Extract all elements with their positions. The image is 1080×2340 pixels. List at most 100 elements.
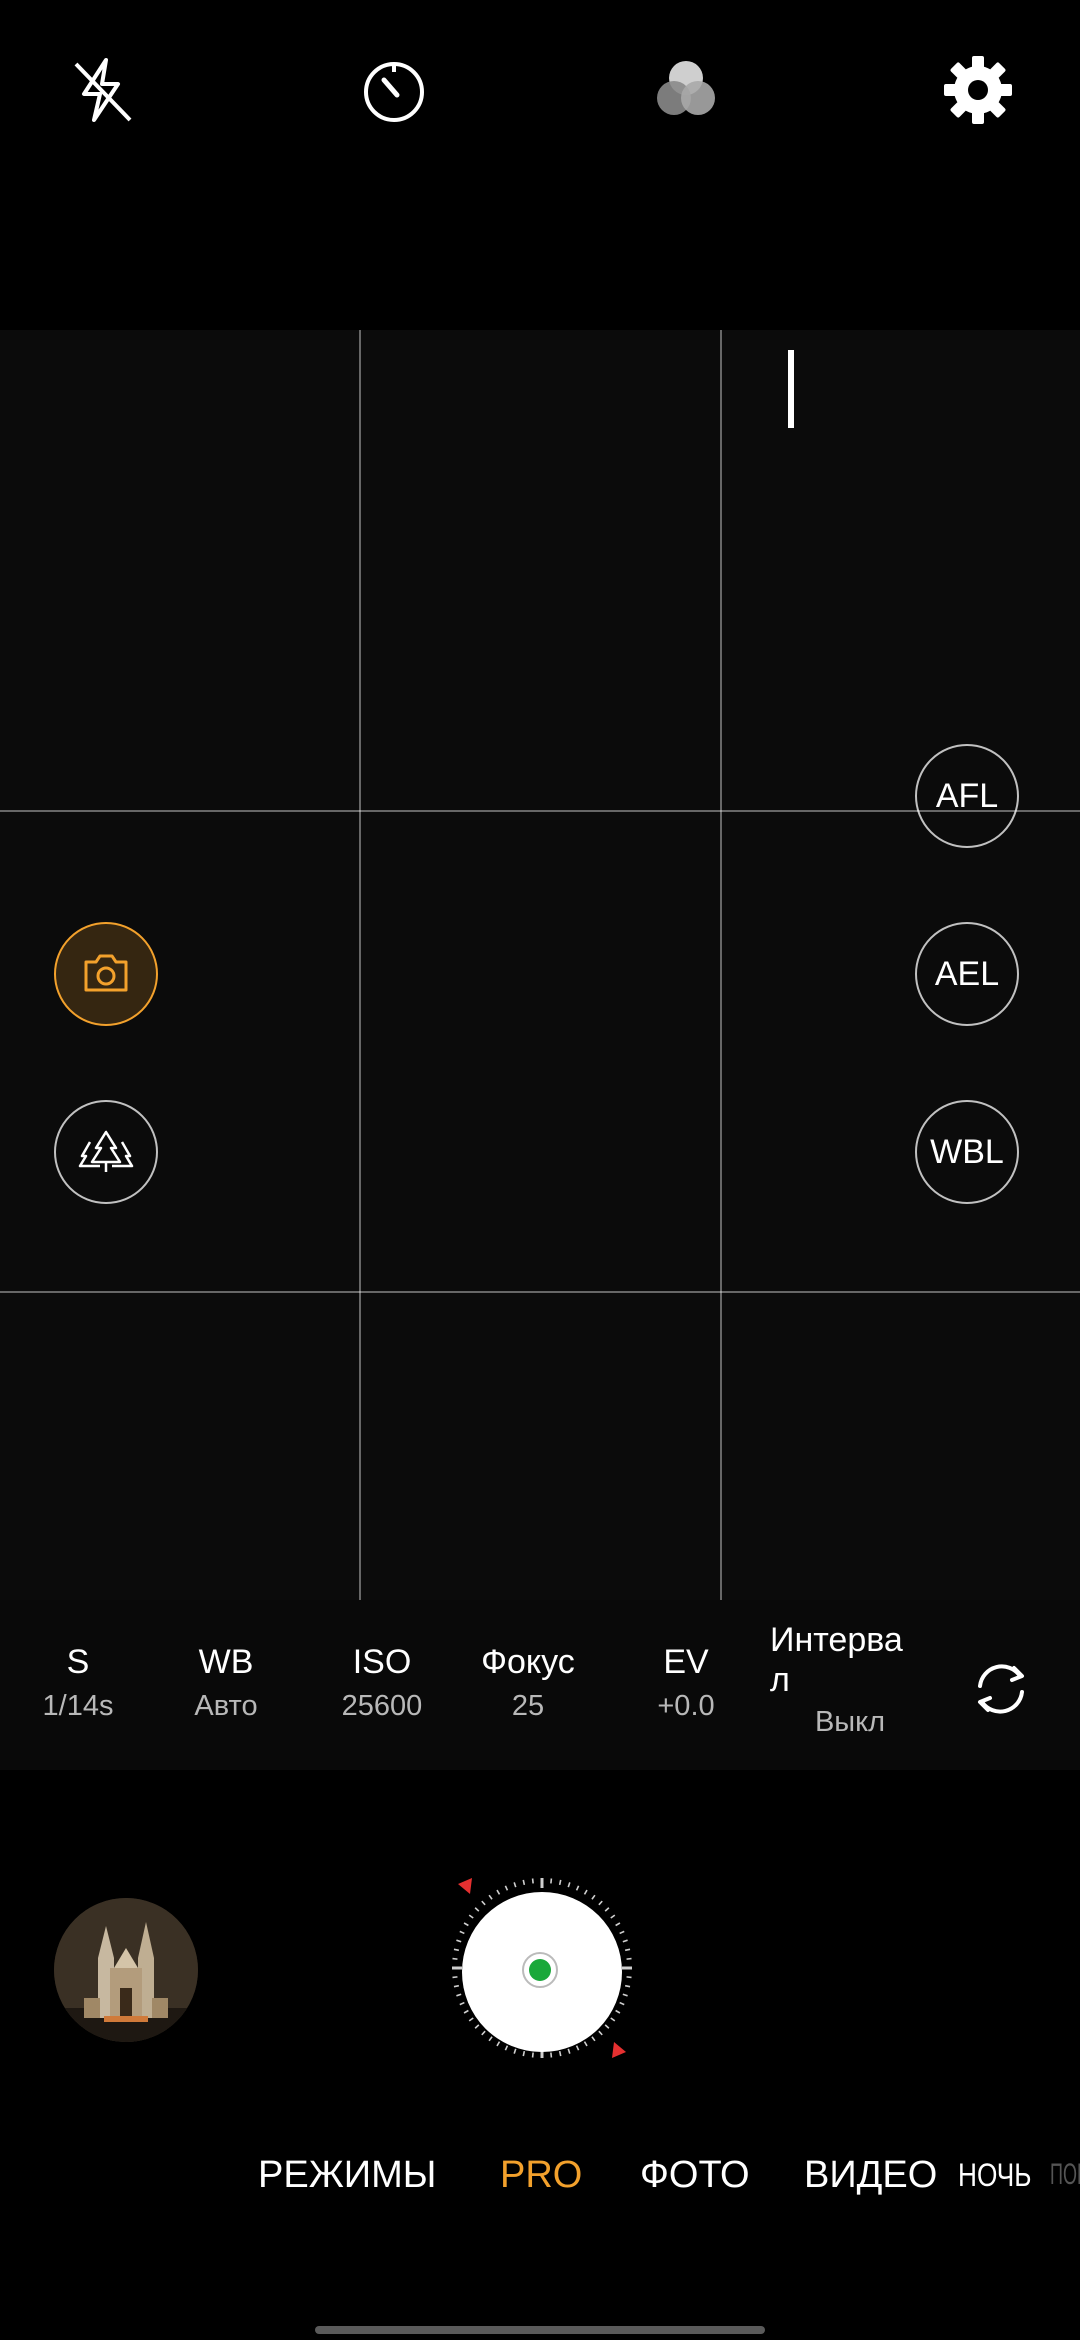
afl-button[interactable]: AFL — [915, 744, 1019, 848]
setting-label: WB — [198, 1643, 254, 1681]
mode-pro[interactable]: PRO — [500, 2150, 582, 2200]
iso-setting[interactable]: ISO 25600 — [326, 1642, 438, 1726]
dial-tick — [522, 1879, 526, 1886]
ael-button[interactable]: AEL — [915, 922, 1019, 1026]
dial-tick — [488, 2036, 493, 2042]
dial-tick — [452, 1976, 458, 1979]
setting-label: S — [66, 1643, 90, 1681]
dial-marker-icon — [612, 2042, 626, 2058]
interval-label-line2: л — [770, 1661, 790, 1699]
dial-tick — [567, 2048, 571, 2054]
dial-tick — [459, 1930, 465, 1935]
dial-tick — [504, 1885, 509, 1891]
dial-tick — [522, 2050, 526, 2057]
shutter-speed-setting[interactable]: S 1/14s — [28, 1642, 128, 1726]
dial-tick — [591, 1894, 596, 1900]
dial-tick — [456, 1939, 462, 1943]
dial-tick — [488, 1894, 493, 1900]
setting-value: 25 — [511, 1690, 545, 1722]
setting-value: 1/14s — [42, 1690, 114, 1722]
top-bar — [0, 0, 1080, 330]
dial-tick — [575, 2045, 580, 2051]
setting-value: Авто — [194, 1690, 258, 1722]
dial-tick — [598, 1900, 603, 1906]
interval-label-line1: Интерва — [770, 1621, 903, 1659]
photo-mode-button[interactable] — [54, 922, 158, 1026]
flash-off-icon[interactable] — [62, 50, 142, 130]
dial-tick — [550, 1878, 553, 1884]
dial-tick — [468, 2017, 474, 2022]
camera-icon — [84, 954, 128, 992]
dial-tick — [567, 1882, 571, 1888]
afl-label: AFL — [935, 776, 999, 815]
setting-value: +0.0 — [657, 1690, 715, 1722]
filters-icon[interactable] — [646, 50, 726, 130]
dial-marker-icon — [458, 1878, 472, 1894]
pro-settings-bar: S 1/14s WB Авто ISO 25600 Фокус 25 EV +0… — [0, 1600, 1080, 1770]
cathedral-photo-icon — [54, 1898, 198, 2042]
ael-label: AEL — [934, 954, 1000, 993]
dial-tick — [481, 2030, 486, 2036]
wbl-button[interactable]: WBL — [915, 1100, 1019, 1204]
dial-tick — [610, 1914, 616, 1919]
dial-tick — [619, 1930, 625, 1935]
dial-tick — [463, 1922, 469, 1927]
shutter-center-dot — [529, 1959, 551, 1981]
dial-tick — [459, 2001, 465, 2006]
dial-tick — [531, 1878, 534, 1884]
dial-tick — [496, 2041, 501, 2047]
timer-icon[interactable] — [354, 50, 434, 130]
grid-line — [0, 1291, 1080, 1293]
dial-tick — [558, 1879, 562, 1886]
dial-tick — [550, 2052, 553, 2058]
dial-tick — [610, 2017, 616, 2022]
dial-tick — [453, 1984, 460, 1988]
dial-tick — [622, 1993, 628, 1997]
dial-tick — [604, 2024, 610, 2029]
mode-photo[interactable]: ФОТО — [640, 2150, 750, 2200]
dial-tick — [453, 1948, 460, 1952]
dial-tick — [531, 2052, 534, 2058]
focus-setting[interactable]: Фокус 25 — [466, 1642, 590, 1726]
dial-tick — [591, 2036, 596, 2042]
mode-modes-menu[interactable]: РЕЖИМЫ — [258, 2150, 436, 2200]
dial-tick — [583, 2041, 588, 2047]
dial-tick — [615, 1922, 621, 1927]
switch-camera-icon[interactable] — [968, 1656, 1034, 1722]
dial-tick — [463, 2009, 469, 2014]
dial-tick — [468, 1914, 474, 1919]
dial-tick — [558, 2050, 562, 2057]
white-balance-setting[interactable]: WB Авто — [176, 1642, 276, 1726]
landscape-mode-button[interactable] — [54, 1100, 158, 1204]
home-indicator[interactable] — [315, 2326, 765, 2334]
settings-icon[interactable] — [938, 50, 1018, 130]
bottom-controls: РЕЖИМЫ PRO ФОТО ВИДЕО НОЧЬ ПОР — [0, 1770, 1080, 2340]
grid-line — [359, 330, 361, 1770]
dial-tick — [622, 1939, 628, 1943]
landscape-icon — [78, 1130, 134, 1172]
dial-tick — [496, 1889, 501, 1895]
dial-tick — [456, 1993, 462, 1997]
dial-tick — [615, 2009, 621, 2014]
interval-setting[interactable]: Интерва л Выкл — [770, 1620, 930, 1739]
mode-selector: РЕЖИМЫ PRO ФОТО ВИДЕО НОЧЬ ПОР — [0, 2150, 1080, 2210]
dial-tick — [513, 2048, 517, 2054]
setting-label: EV — [663, 1643, 709, 1681]
dial-tick — [504, 2045, 509, 2051]
interval-value: Выкл — [814, 1706, 886, 1738]
dial-tick — [474, 1907, 480, 1912]
mode-video[interactable]: ВИДЕО — [804, 2150, 937, 2200]
dial-tick — [619, 2001, 625, 2006]
setting-label: Фокус — [481, 1643, 575, 1681]
ev-setting[interactable]: EV +0.0 — [636, 1642, 736, 1726]
mode-portrait[interactable]: ПОР — [1050, 2150, 1080, 2200]
level-indicator — [788, 350, 794, 428]
dial-tick — [604, 1907, 610, 1912]
dial-tick — [583, 1889, 588, 1895]
mode-night[interactable]: НОЧЬ — [958, 2150, 1031, 2200]
dial-tick — [513, 1882, 517, 1888]
dial-tick — [575, 1885, 580, 1891]
gallery-thumbnail[interactable] — [54, 1898, 198, 2042]
dial-tick — [474, 2024, 480, 2029]
viewfinder[interactable]: AFL AEL WBL — [0, 330, 1080, 1770]
